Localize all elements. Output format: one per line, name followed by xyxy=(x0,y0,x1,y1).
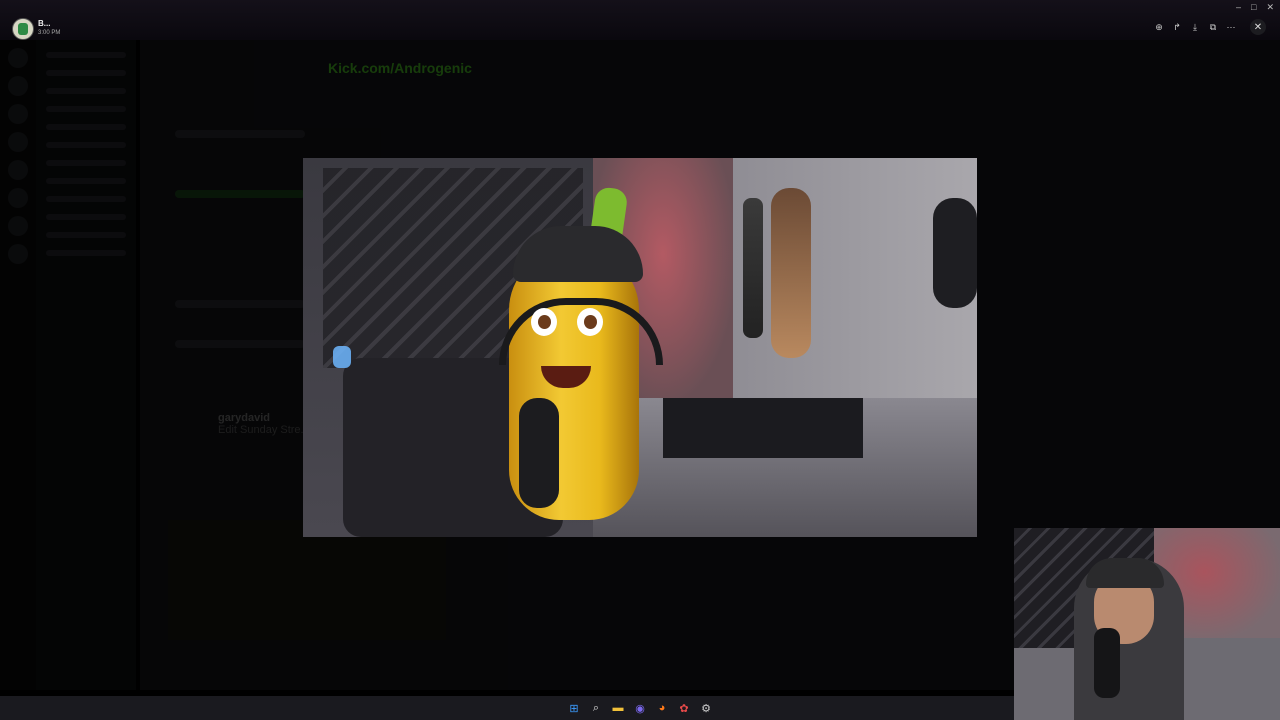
firefox-icon[interactable]: ◕ xyxy=(654,700,670,716)
eye xyxy=(577,308,603,336)
figurine xyxy=(333,346,351,368)
windows-start-icon[interactable]: ⊞ xyxy=(566,700,582,716)
guitar xyxy=(771,188,811,358)
app-icon-2[interactable]: ✿ xyxy=(676,700,692,716)
webcam-overlay xyxy=(1014,528,1280,720)
settings-icon[interactable]: ⚙ xyxy=(698,700,714,716)
cap xyxy=(513,226,643,282)
zoom-in-icon[interactable]: ⊕ xyxy=(1152,20,1166,34)
open-external-icon[interactable]: ⧉ xyxy=(1206,20,1220,34)
close-viewer-button[interactable]: ✕ xyxy=(1250,19,1266,35)
taskbar-icons: ⊞ ⌕ ▬ ◉ ◕ ✿ ⚙ xyxy=(566,700,714,716)
share-icon[interactable]: ↱ xyxy=(1170,20,1184,34)
app-icon[interactable]: ◉ xyxy=(632,700,648,716)
download-icon[interactable]: ⤓ xyxy=(1188,20,1202,34)
banana-stream-image[interactable] xyxy=(303,158,977,537)
post-thumbnail xyxy=(168,520,446,640)
post-time: 3:00 PM xyxy=(38,30,61,36)
minimize-button[interactable]: – xyxy=(1236,2,1241,13)
guitar xyxy=(743,198,763,338)
microphone xyxy=(519,398,559,508)
maximize-button[interactable]: □ xyxy=(1251,2,1256,13)
server-list xyxy=(0,40,36,690)
viewer-topbar: B... 3:00 PM – □ ✕ ⊕ ↱ ⤓ ⧉ ⋯ ✕ xyxy=(0,0,1280,40)
search-icon[interactable]: ⌕ xyxy=(588,700,604,716)
guitar xyxy=(933,198,977,308)
avatar[interactable] xyxy=(12,18,34,40)
window-close-button[interactable]: ✕ xyxy=(1266,2,1274,13)
microphone xyxy=(1094,628,1120,698)
window-controls: – □ ✕ xyxy=(1236,2,1274,13)
channel-list xyxy=(36,40,136,690)
file-explorer-icon[interactable]: ▬ xyxy=(610,700,626,716)
viewer-toolbar: ⊕ ↱ ⤓ ⧉ ⋯ xyxy=(1152,20,1238,34)
post-title: garydavid Edit Sunday Stre... xyxy=(218,412,310,436)
desk xyxy=(663,398,863,458)
taskbar xyxy=(0,696,1014,720)
kick-url: Kick.com/Androgenic xyxy=(328,60,472,76)
user-name: B... xyxy=(38,19,51,28)
eye xyxy=(531,308,557,336)
more-icon[interactable]: ⋯ xyxy=(1224,20,1238,34)
